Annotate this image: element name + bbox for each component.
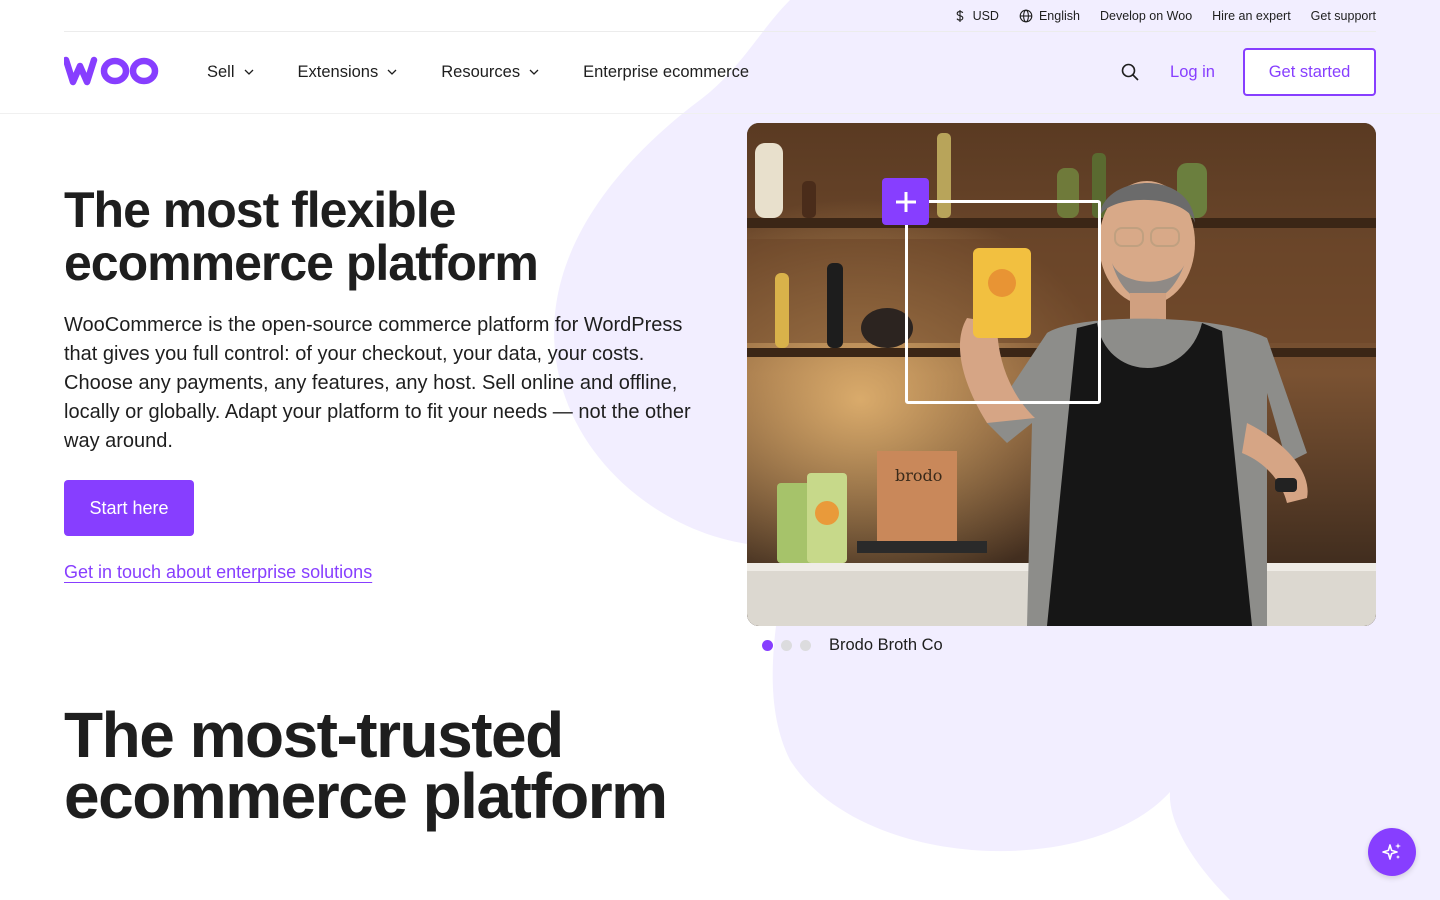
nav-sell-label: Sell xyxy=(207,62,235,81)
login-link[interactable]: Log in xyxy=(1170,63,1215,82)
carousel-dots xyxy=(762,640,811,651)
primary-nav: Sell Extensions Resources Enterprise eco… xyxy=(207,32,749,112)
nav-sell[interactable]: Sell xyxy=(207,63,255,82)
nav-enterprise[interactable]: Enterprise ecommerce xyxy=(583,63,749,82)
plus-icon xyxy=(895,191,916,212)
get-started-button[interactable]: Get started xyxy=(1243,48,1376,96)
develop-link[interactable]: Develop on Woo xyxy=(1100,9,1192,23)
utility-bar: USD English Develop on Woo Hire an exper… xyxy=(64,0,1376,32)
main-nav: Sell Extensions Resources Enterprise eco… xyxy=(0,32,1440,114)
start-here-button[interactable]: Start here xyxy=(64,480,194,536)
sparkles-icon xyxy=(1382,843,1401,860)
search-button[interactable] xyxy=(1118,60,1142,84)
support-link[interactable]: Get support xyxy=(1311,9,1376,23)
carousel-dot-3[interactable] xyxy=(800,640,811,651)
hero-description: WooCommerce is the open-source commerce … xyxy=(64,314,691,452)
dollar-icon xyxy=(956,9,963,22)
carousel-caption: Brodo Broth Co xyxy=(829,636,943,654)
language-selector[interactable]: English xyxy=(1019,9,1080,23)
nav-resources-label: Resources xyxy=(441,62,521,81)
chevron-down-icon xyxy=(244,69,253,75)
trusted-title: The most-trusted ecommerce platform xyxy=(64,699,668,832)
hero-title: The most flexible ecommerce platform xyxy=(64,182,539,291)
nav-extensions-label: Extensions xyxy=(297,62,379,81)
search-icon xyxy=(1121,63,1139,81)
nav-actions: Log in Get started xyxy=(1118,48,1376,96)
nav-resources[interactable]: Resources xyxy=(441,63,540,82)
add-product-button[interactable] xyxy=(882,178,929,225)
hero-image: brodo xyxy=(747,123,1376,626)
chevron-down-icon xyxy=(529,69,539,75)
globe-icon xyxy=(1019,9,1033,22)
language-label: English xyxy=(1038,8,1080,23)
enterprise-contact-link[interactable]: Get in touch about enterprise solutions xyxy=(64,562,372,583)
chevron-down-icon xyxy=(387,69,397,75)
svg-text:brodo: brodo xyxy=(895,466,942,485)
carousel-dot-2[interactable] xyxy=(781,640,792,651)
woo-logo[interactable] xyxy=(64,56,160,86)
nav-extensions[interactable]: Extensions xyxy=(298,63,399,82)
carousel-dot-1[interactable] xyxy=(762,640,773,651)
currency-label: USD xyxy=(972,8,999,23)
ai-assistant-button[interactable] xyxy=(1368,828,1416,876)
focus-frame xyxy=(905,200,1101,404)
currency-selector[interactable]: USD xyxy=(953,9,999,23)
hire-expert-link[interactable]: Hire an expert xyxy=(1212,9,1291,23)
